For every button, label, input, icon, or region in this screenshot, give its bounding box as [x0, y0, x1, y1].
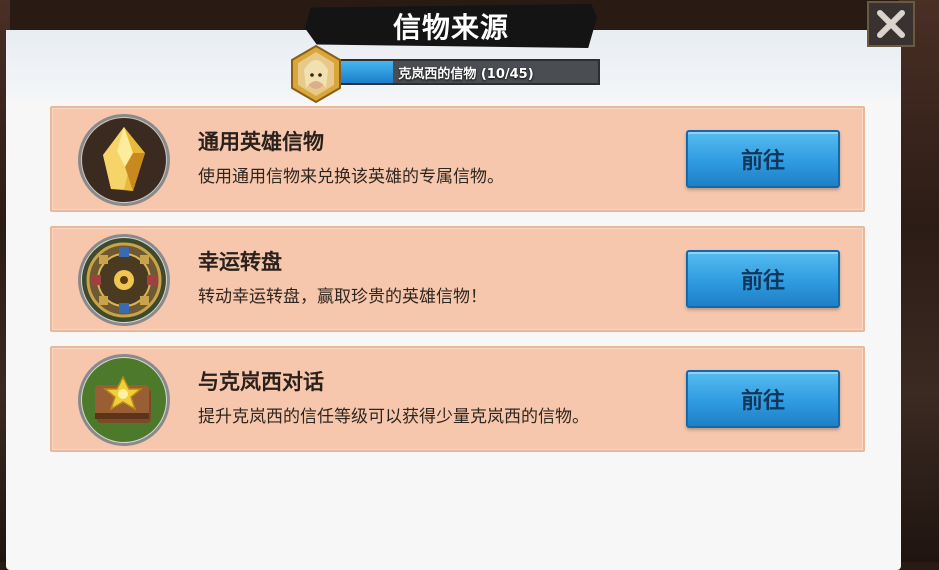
- fortune-wheel-icon: [78, 234, 170, 326]
- source-title: 与克岚西对话: [198, 370, 324, 394]
- source-description: 转动幸运转盘，赢取珍贵的英雄信物！: [198, 287, 487, 307]
- go-button-talk[interactable]: 前往: [686, 370, 840, 428]
- go-button-universal-token[interactable]: 前往: [686, 130, 840, 188]
- go-button-label: 前往: [740, 389, 785, 414]
- hero-portrait-icon: [291, 44, 341, 104]
- page-title: 信物来源: [392, 11, 509, 44]
- close-button[interactable]: [867, 1, 915, 47]
- golden-crystal-icon: [78, 114, 170, 206]
- source-title: 通用英雄信物: [198, 130, 324, 154]
- progress-bar: 克岚西的信物 (10/45): [332, 59, 600, 85]
- book-icon: [78, 354, 170, 446]
- title-banner: 信物来源: [305, 4, 597, 48]
- source-title: 幸运转盘: [198, 250, 282, 274]
- go-button-label: 前往: [740, 149, 785, 174]
- close-icon: [877, 10, 905, 38]
- source-card-universal-token: 通用英雄信物 使用通用信物来兑换该英雄的专属信物。 前往: [50, 106, 865, 212]
- sources-panel: 通用英雄信物 使用通用信物来兑换该英雄的专属信物。 前往 幸运转盘 转动幸运转盘…: [6, 30, 901, 570]
- background-right: [899, 0, 939, 562]
- token-progress: 克岚西的信物 (10/45): [288, 44, 618, 104]
- source-card-talk: 与克岚西对话 提升克岚西的信任等级可以获得少量克岚西的信物。 前往: [50, 346, 865, 452]
- go-button-fortune-wheel[interactable]: 前往: [686, 250, 840, 308]
- go-button-label: 前往: [740, 269, 785, 294]
- source-description: 提升克岚西的信任等级可以获得少量克岚西的信物。: [198, 407, 589, 427]
- source-card-fortune-wheel: 幸运转盘 转动幸运转盘，赢取珍贵的英雄信物！ 前往: [50, 226, 865, 332]
- source-description: 使用通用信物来兑换该英雄的专属信物。: [198, 167, 504, 187]
- progress-label: 克岚西的信物 (10/45): [398, 66, 534, 82]
